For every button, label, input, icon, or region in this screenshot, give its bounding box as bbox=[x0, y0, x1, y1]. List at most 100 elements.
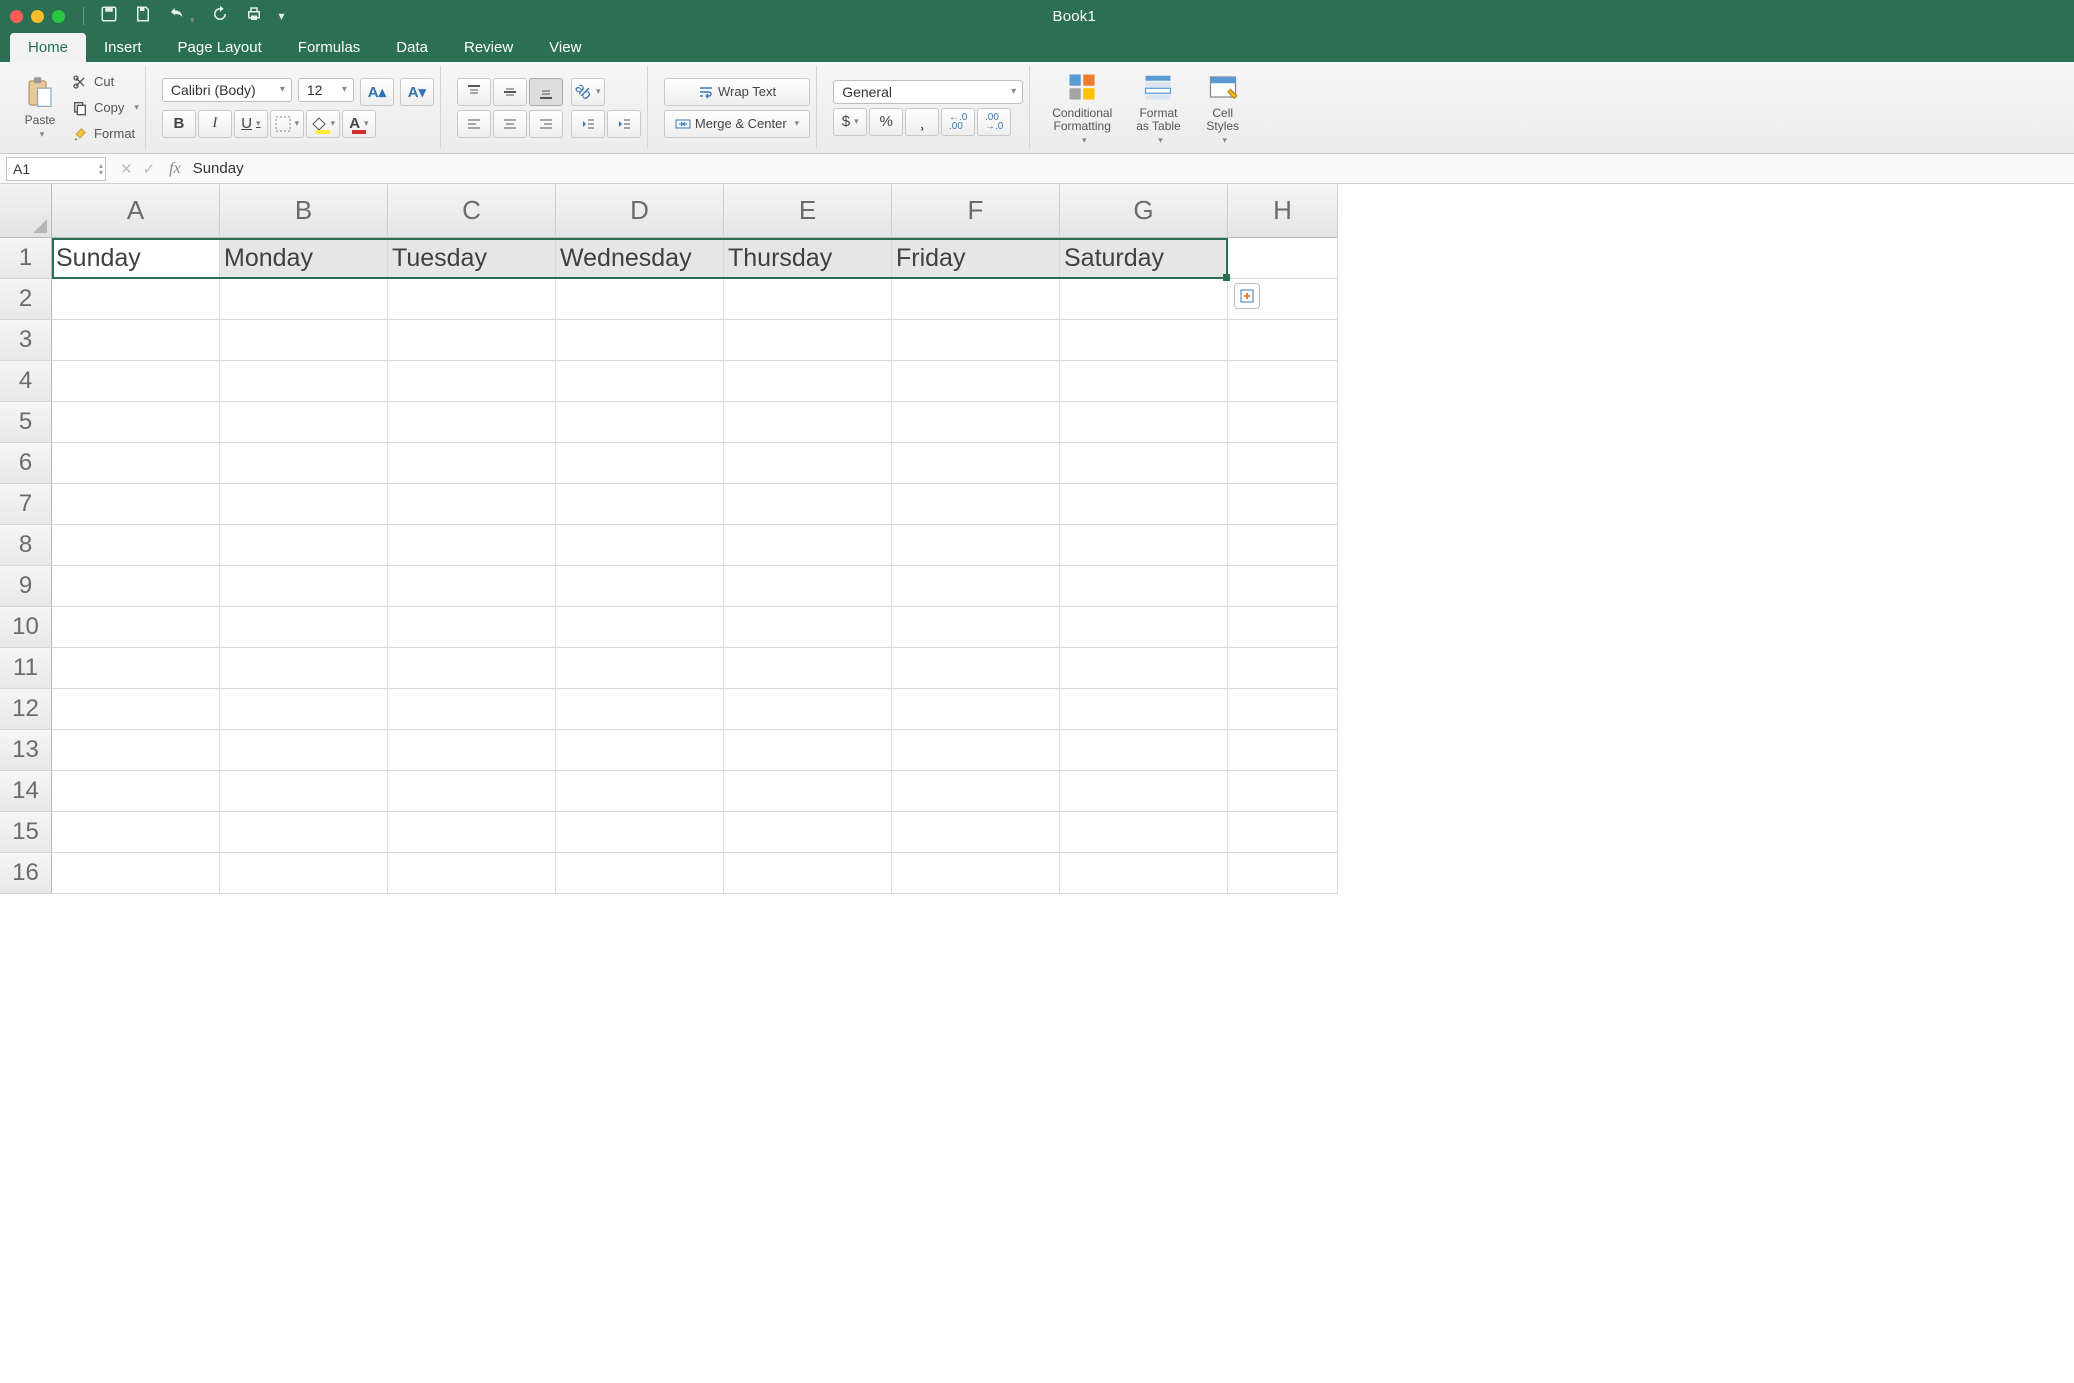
align-left-button[interactable] bbox=[457, 110, 491, 138]
row-header-9[interactable]: 9 bbox=[0, 566, 52, 607]
redo-icon[interactable] bbox=[211, 5, 229, 28]
column-header-D[interactable]: D bbox=[556, 184, 724, 238]
cell-B6[interactable] bbox=[220, 443, 388, 484]
column-header-H[interactable]: H bbox=[1228, 184, 1338, 238]
cell-B5[interactable] bbox=[220, 402, 388, 443]
fx-icon[interactable]: fx bbox=[169, 160, 181, 178]
cell-B14[interactable] bbox=[220, 771, 388, 812]
row-header-4[interactable]: 4 bbox=[0, 361, 52, 402]
cell-B4[interactable] bbox=[220, 361, 388, 402]
cell-C7[interactable] bbox=[388, 484, 556, 525]
cell-C13[interactable] bbox=[388, 730, 556, 771]
wrap-text-button[interactable]: Wrap Text bbox=[664, 78, 810, 106]
font-name-select[interactable]: Calibri (Body) bbox=[162, 78, 292, 102]
cell-B10[interactable] bbox=[220, 607, 388, 648]
cell-H13[interactable] bbox=[1228, 730, 1338, 771]
row-header-5[interactable]: 5 bbox=[0, 402, 52, 443]
row-header-6[interactable]: 6 bbox=[0, 443, 52, 484]
cell-B11[interactable] bbox=[220, 648, 388, 689]
save-icon[interactable] bbox=[134, 5, 152, 28]
cell-B8[interactable] bbox=[220, 525, 388, 566]
tab-home[interactable]: Home bbox=[10, 33, 86, 62]
cell-F11[interactable] bbox=[892, 648, 1060, 689]
cell-G15[interactable] bbox=[1060, 812, 1228, 853]
cell-A4[interactable] bbox=[52, 361, 220, 402]
cell-D9[interactable] bbox=[556, 566, 724, 607]
row-header-13[interactable]: 13 bbox=[0, 730, 52, 771]
align-middle-button[interactable] bbox=[493, 78, 527, 106]
cell-G2[interactable] bbox=[1060, 279, 1228, 320]
align-top-button[interactable] bbox=[457, 78, 491, 106]
cell-C1[interactable]: Tuesday bbox=[388, 238, 556, 279]
decrease-decimal-button[interactable]: .00→.0 bbox=[977, 108, 1011, 136]
cell-H16[interactable] bbox=[1228, 853, 1338, 894]
row-header-12[interactable]: 12 bbox=[0, 689, 52, 730]
increase-font-button[interactable]: A▴ bbox=[360, 78, 394, 106]
cell-E7[interactable] bbox=[724, 484, 892, 525]
cell-E16[interactable] bbox=[724, 853, 892, 894]
font-size-select[interactable]: 12 bbox=[298, 78, 354, 102]
cut-button[interactable]: Cut bbox=[72, 71, 139, 93]
cell-F9[interactable] bbox=[892, 566, 1060, 607]
cell-C2[interactable] bbox=[388, 279, 556, 320]
cell-E12[interactable] bbox=[724, 689, 892, 730]
row-header-7[interactable]: 7 bbox=[0, 484, 52, 525]
cell-E8[interactable] bbox=[724, 525, 892, 566]
cell-A9[interactable] bbox=[52, 566, 220, 607]
conditional-formatting-button[interactable]: Conditional Formatting bbox=[1046, 67, 1118, 148]
italic-button[interactable]: I bbox=[198, 110, 232, 138]
cell-B7[interactable] bbox=[220, 484, 388, 525]
cell-F14[interactable] bbox=[892, 771, 1060, 812]
cell-G13[interactable] bbox=[1060, 730, 1228, 771]
cell-H5[interactable] bbox=[1228, 402, 1338, 443]
paste-button[interactable]: Paste bbox=[16, 73, 64, 142]
tab-data[interactable]: Data bbox=[378, 33, 446, 62]
cell-A12[interactable] bbox=[52, 689, 220, 730]
cell-A5[interactable] bbox=[52, 402, 220, 443]
row-header-1[interactable]: 1 bbox=[0, 238, 52, 279]
cell-A8[interactable] bbox=[52, 525, 220, 566]
cell-D2[interactable] bbox=[556, 279, 724, 320]
minimize-window-icon[interactable] bbox=[31, 10, 44, 23]
cell-D1[interactable]: Wednesday bbox=[556, 238, 724, 279]
cell-C4[interactable] bbox=[388, 361, 556, 402]
cell-F12[interactable] bbox=[892, 689, 1060, 730]
cell-B3[interactable] bbox=[220, 320, 388, 361]
cell-D5[interactable] bbox=[556, 402, 724, 443]
cell-H8[interactable] bbox=[1228, 525, 1338, 566]
cell-A13[interactable] bbox=[52, 730, 220, 771]
enter-formula-icon[interactable]: ✓ bbox=[143, 160, 156, 178]
cancel-formula-icon[interactable]: ✕ bbox=[120, 160, 133, 178]
cell-E11[interactable] bbox=[724, 648, 892, 689]
cell-H14[interactable] bbox=[1228, 771, 1338, 812]
format-as-table-button[interactable]: Format as Table bbox=[1130, 67, 1186, 148]
cell-H11[interactable] bbox=[1228, 648, 1338, 689]
cell-H6[interactable] bbox=[1228, 443, 1338, 484]
cell-D4[interactable] bbox=[556, 361, 724, 402]
cell-E10[interactable] bbox=[724, 607, 892, 648]
cell-B1[interactable]: Monday bbox=[220, 238, 388, 279]
autofill-options-button[interactable] bbox=[1234, 283, 1260, 309]
decrease-font-button[interactable]: A▾ bbox=[400, 78, 434, 106]
cell-D8[interactable] bbox=[556, 525, 724, 566]
cell-B16[interactable] bbox=[220, 853, 388, 894]
cell-E15[interactable] bbox=[724, 812, 892, 853]
cell-D12[interactable] bbox=[556, 689, 724, 730]
cell-E6[interactable] bbox=[724, 443, 892, 484]
cell-styles-button[interactable]: Cell Styles bbox=[1199, 67, 1247, 148]
currency-button[interactable]: $ bbox=[833, 108, 867, 136]
font-color-button[interactable]: A bbox=[342, 110, 376, 138]
format-painter-button[interactable]: Format bbox=[72, 123, 139, 145]
cell-E14[interactable] bbox=[724, 771, 892, 812]
copy-button[interactable]: Copy bbox=[72, 97, 139, 119]
tab-page-layout[interactable]: Page Layout bbox=[160, 33, 280, 62]
cell-A7[interactable] bbox=[52, 484, 220, 525]
column-header-G[interactable]: G bbox=[1060, 184, 1228, 238]
cell-C16[interactable] bbox=[388, 853, 556, 894]
cell-F13[interactable] bbox=[892, 730, 1060, 771]
cell-C5[interactable] bbox=[388, 402, 556, 443]
column-header-A[interactable]: A bbox=[52, 184, 220, 238]
cell-F10[interactable] bbox=[892, 607, 1060, 648]
cell-F8[interactable] bbox=[892, 525, 1060, 566]
cell-H3[interactable] bbox=[1228, 320, 1338, 361]
